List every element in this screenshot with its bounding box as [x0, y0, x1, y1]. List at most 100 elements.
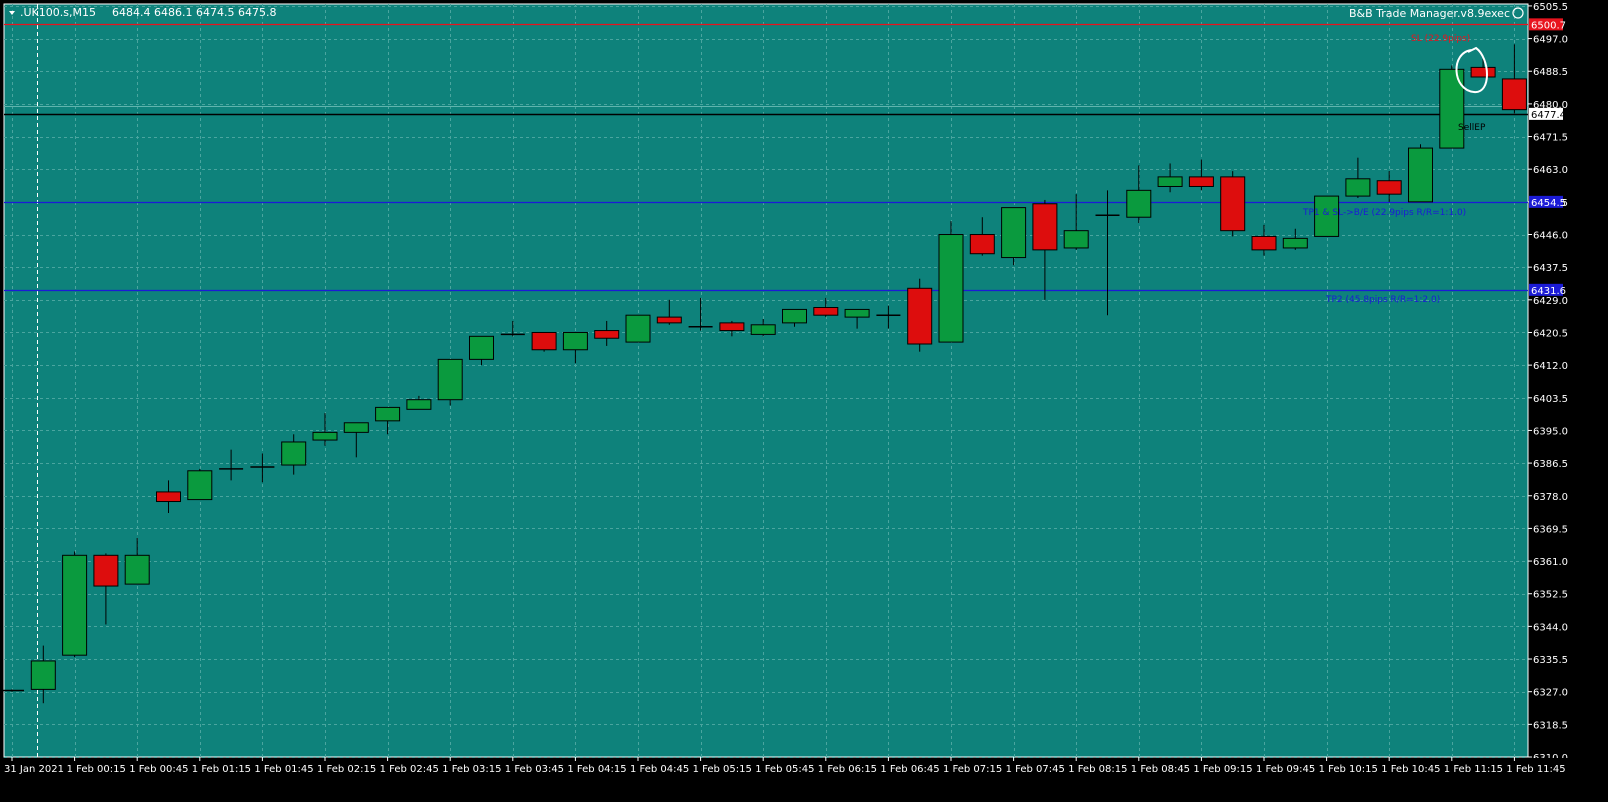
- price-tick-label: 6420.5: [1533, 328, 1568, 339]
- candle-bear[interactable]: [907, 287, 933, 345]
- price-tick-label: 6335.5: [1533, 655, 1568, 666]
- time-tick-label: 1 Feb 06:45: [880, 764, 939, 775]
- candle-bull[interactable]: [625, 314, 651, 343]
- price-tick-label: 6386.5: [1533, 459, 1568, 470]
- candle-bear[interactable]: [1501, 78, 1527, 111]
- time-tick-label: 1 Feb 07:15: [943, 764, 1002, 775]
- price-tick-label: 6352.5: [1533, 590, 1568, 601]
- candle-bull[interactable]: [1345, 178, 1371, 197]
- candle-bull[interactable]: [281, 441, 307, 466]
- time-tick-label: 1 Feb 05:45: [755, 764, 814, 775]
- candle-bull[interactable]: [782, 308, 807, 324]
- candle-bear[interactable]: [1470, 66, 1496, 78]
- candle-bull[interactable]: [1126, 189, 1152, 218]
- candle-bear[interactable]: [1376, 180, 1402, 195]
- price-tick-label: 6488.5: [1533, 67, 1568, 78]
- time-tick-label: 1 Feb 06:15: [818, 764, 877, 775]
- candle-bear[interactable]: [156, 491, 181, 503]
- price-tick-label: 6412.0: [1533, 361, 1568, 372]
- time-tick-label: 1 Feb 01:15: [192, 764, 251, 775]
- candle-bull[interactable]: [406, 399, 432, 410]
- candle-bull[interactable]: [750, 324, 776, 335]
- time-tick-label: 1 Feb 10:45: [1381, 764, 1440, 775]
- time-tick-label: 1 Feb 07:45: [1006, 764, 1065, 775]
- time-tick-label: 1 Feb 11:15: [1444, 764, 1503, 775]
- time-tick-label: 1 Feb 01:45: [254, 764, 313, 775]
- candle-bear[interactable]: [1188, 176, 1214, 187]
- time-tick-label: 1 Feb 08:15: [1068, 764, 1127, 775]
- price-tick-label: 6361.0: [1533, 557, 1568, 568]
- candle-bear[interactable]: [531, 331, 557, 351]
- candle-bear[interactable]: [1220, 176, 1246, 232]
- candle-bull[interactable]: [938, 234, 964, 343]
- candle-bull[interactable]: [844, 308, 870, 318]
- candle-bear[interactable]: [1032, 203, 1058, 251]
- time-tick-label: 1 Feb 05:15: [693, 764, 752, 775]
- price-tag-text-entry: 6477.4: [1531, 110, 1566, 121]
- time-tick-label: 1 Feb 02:45: [380, 764, 439, 775]
- price-tick-label: 6403.5: [1533, 394, 1568, 405]
- price-tag-text-tp1: 6454.5: [1531, 198, 1566, 209]
- expert-name[interactable]: B&B Trade Manager.v8.9exec: [1349, 7, 1510, 20]
- candle-bull[interactable]: [1157, 176, 1183, 187]
- candle-bull[interactable]: [30, 660, 56, 690]
- candle-bull[interactable]: [1063, 230, 1089, 249]
- time-tick-label: 1 Feb 10:15: [1319, 764, 1378, 775]
- price-tick-label: 6369.5: [1533, 524, 1568, 535]
- candle-bull[interactable]: [1001, 207, 1027, 259]
- candle-bull[interactable]: [375, 406, 401, 422]
- price-tick-label: 6327.0: [1533, 688, 1568, 699]
- candle-bear[interactable]: [594, 330, 620, 339]
- price-tick-label: 6378.0: [1533, 492, 1568, 503]
- time-tick-label: 1 Feb 08:45: [1131, 764, 1190, 775]
- candle-bull[interactable]: [343, 422, 369, 433]
- candle-bear[interactable]: [813, 307, 839, 316]
- candle-bear[interactable]: [1251, 235, 1277, 251]
- price-tick-label: 6344.0: [1533, 622, 1568, 633]
- price-tick-label: 6318.5: [1533, 720, 1568, 731]
- symbol-label[interactable]: .UK100.s,M15: [20, 6, 96, 19]
- price-tick-label: 6463.0: [1533, 165, 1568, 176]
- price-tick-label: 6446.0: [1533, 231, 1568, 242]
- price-tag-text-tp2: 6431.6: [1531, 286, 1566, 297]
- time-tick-label: 1 Feb 03:15: [442, 764, 501, 775]
- time-tick-label: 1 Feb 04:45: [630, 764, 689, 775]
- time-tick-label: 1 Feb 04:15: [567, 764, 626, 775]
- candle-bull[interactable]: [62, 554, 88, 656]
- price-tick-label: 6395.0: [1533, 426, 1568, 437]
- plot-area[interactable]: [3, 3, 1529, 758]
- price-chart[interactable]: SL (22.9pips) TP1 & SL->B/E (22.9pips R/R…: [0, 0, 1608, 802]
- candle-bull[interactable]: [312, 431, 338, 441]
- price-tick-label: 6437.5: [1533, 263, 1568, 274]
- candle-bull[interactable]: [187, 470, 213, 501]
- time-tick-label: 1 Feb 09:15: [1193, 764, 1252, 775]
- time-tick-label: 1 Feb 00:45: [129, 764, 188, 775]
- candle-bear[interactable]: [719, 322, 745, 332]
- candle-bull[interactable]: [1439, 68, 1465, 149]
- level-label-sl: SL (22.9pips): [1411, 34, 1470, 44]
- price-tick-label: 6429.0: [1533, 296, 1568, 307]
- candle-bear[interactable]: [656, 316, 682, 324]
- time-tick-label: 1 Feb 09:45: [1256, 764, 1315, 775]
- level-label-tp2: TP2 (45.8pips R/R=1:2.0): [1325, 295, 1440, 305]
- candle-bear[interactable]: [93, 554, 119, 587]
- candle-bull[interactable]: [469, 335, 494, 360]
- candle-bull[interactable]: [124, 554, 150, 585]
- price-tag-text-sl: 6500.7: [1531, 20, 1566, 31]
- time-tick-label: 1 Feb 03:45: [505, 764, 564, 775]
- price-tick-label: 6505.5: [1533, 2, 1568, 13]
- candle-bear[interactable]: [969, 234, 995, 255]
- ohlc-readout: 6484.4 6486.1 6474.5 6475.8: [112, 6, 276, 19]
- time-tick-label: 1 Feb 11:45: [1506, 764, 1565, 775]
- candle-bull[interactable]: [1408, 147, 1433, 203]
- time-tick-label: 1 Feb 00:15: [67, 764, 126, 775]
- candle-bull[interactable]: [437, 358, 463, 401]
- level-label-tp1: TP1 & SL->B/E (22.9pips R/R=1:1.0): [1302, 208, 1466, 218]
- candle-bull[interactable]: [562, 331, 588, 351]
- price-tick-label: 6471.5: [1533, 133, 1568, 144]
- candle-bull[interactable]: [1282, 237, 1308, 249]
- price-tick-label: 6497.0: [1533, 35, 1568, 46]
- chart-window: SL (22.9pips) TP1 & SL->B/E (22.9pips R/R…: [0, 0, 1608, 802]
- time-tick-label: 31 Jan 2021: [4, 764, 64, 775]
- level-label-entry: SellEP: [1458, 123, 1486, 133]
